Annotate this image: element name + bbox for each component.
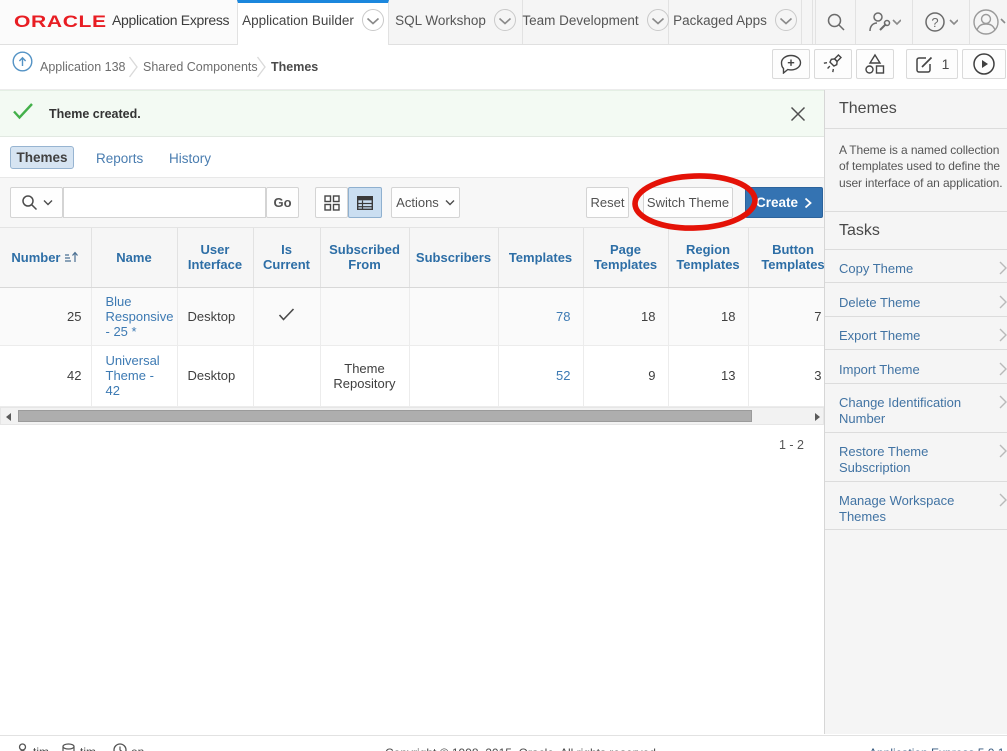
svg-text:?: ? [931,15,938,30]
